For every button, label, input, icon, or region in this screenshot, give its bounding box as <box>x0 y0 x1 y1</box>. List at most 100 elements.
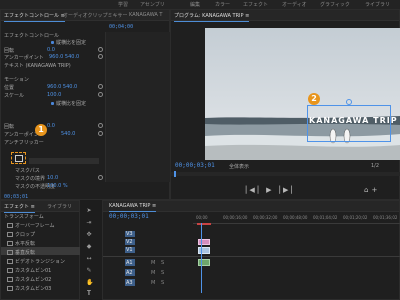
solo-button-a1[interactable]: S <box>161 260 164 266</box>
effects-item[interactable]: カスタムビン01 <box>7 267 51 274</box>
track-label-v2: V2 <box>126 239 133 245</box>
ruler-label: 00;01;36;02 <box>373 215 398 220</box>
track-label-a3: A3 <box>126 280 133 286</box>
video-clip[interactable] <box>198 247 210 254</box>
graphic-clip[interactable] <box>198 239 210 245</box>
workspace-audio[interactable]: オーディオ <box>282 1 307 8</box>
stopwatch-icon[interactable] <box>98 54 103 59</box>
stopwatch-icon[interactable] <box>98 92 103 97</box>
play-icon[interactable]: ▶ <box>266 186 274 194</box>
ruler-label: 00;00;48;00 <box>283 215 308 220</box>
fx-row-antiflicker: アンチフリッカー <box>4 140 44 146</box>
effects-item[interactable]: カスタムビン02 <box>7 276 51 283</box>
track-divider <box>103 256 400 257</box>
tab-effect-controls[interactable]: エフェクトコントロール ≡ <box>4 12 65 22</box>
folder-icon <box>7 268 13 273</box>
stopwatch-icon[interactable] <box>98 84 103 89</box>
ruler-label: 00;00 <box>196 215 208 220</box>
mute-button-a1[interactable]: M <box>151 260 155 266</box>
tab-program-monitor[interactable]: プログラム: KANAGAWA TRIP ≡ <box>174 12 250 22</box>
effects-item[interactable]: オーバーフレーム <box>7 222 55 229</box>
ruler-label: 00;00;32;00 <box>253 215 278 220</box>
tab-libraries[interactable]: ライブラリ <box>47 203 72 210</box>
type-tool-icon[interactable]: T <box>86 291 92 297</box>
timeline-panel: KANAGAWA TRIP ≡ 00;00;03;01 00;00 00;00;… <box>102 200 400 300</box>
quality-dropdown[interactable]: 1/2 <box>371 163 379 169</box>
effects-item[interactable]: トランスフォーム <box>4 213 44 220</box>
ripple-edit-tool-icon[interactable]: ✥ <box>86 232 92 238</box>
fx-row-text: テキスト (KANAGAWA TRIP) <box>4 63 71 69</box>
transport-controls: ▕◀▏▶▕▶▏ <box>241 186 361 194</box>
step-forward-icon[interactable]: ▕▶ <box>275 186 292 194</box>
fit-dropdown[interactable]: 全体表示 <box>229 163 249 170</box>
effects-item[interactable]: ビデオトランジション <box>7 258 65 265</box>
tab-audio-clip-mixer[interactable]: オーディオクリップミキサー <box>63 12 128 19</box>
program-monitor-panel: プログラム: KANAGAWA TRIP ≡ KANAGAWA TRIP 00;… <box>170 9 400 200</box>
rotation-value-2[interactable]: 0.0 <box>47 123 55 129</box>
mask-feather-value[interactable]: 10.0 <box>47 175 58 181</box>
mask-opacity-value[interactable]: 100.0 % <box>47 183 68 189</box>
playhead-marker[interactable] <box>174 171 176 177</box>
folder-icon <box>7 241 13 246</box>
aspect-lock-checkbox-2[interactable]: 縦横比を固定 <box>51 100 86 107</box>
slip-tool-icon[interactable]: ↔ <box>86 256 92 262</box>
workspace-assembly[interactable]: アセンブリ <box>140 1 165 8</box>
effects-item[interactable]: 水平反転 <box>7 240 35 247</box>
fx-row-scale: スケール <box>4 93 25 99</box>
workspace-color[interactable]: カラー <box>215 1 230 8</box>
hand-tool-icon[interactable]: ✋ <box>86 280 93 286</box>
workspace-edit[interactable]: 編集 <box>190 1 200 8</box>
solo-button-a2[interactable]: S <box>161 270 164 276</box>
stopwatch-icon[interactable] <box>98 175 103 180</box>
mute-button-a2[interactable]: M <box>151 270 155 276</box>
program-timecode[interactable]: 00;00;03;01 <box>175 162 215 169</box>
selection-tool-icon[interactable]: ➤ <box>86 208 92 214</box>
time-ruler[interactable]: 00;00 00;00;16;00 00;00;32;00 00;00;48;0… <box>193 215 400 224</box>
fx-row-rotation: 回転 <box>4 48 15 54</box>
position-value[interactable]: 960.0 540.0 <box>47 84 77 90</box>
tab-sequence-timeline[interactable]: KANAGAWA TRIP ≡ <box>109 203 157 212</box>
razor-tool-icon[interactable]: ◆ <box>86 244 92 250</box>
rectangle-icon <box>15 155 23 162</box>
keyframe-area[interactable] <box>105 32 172 182</box>
stopwatch-icon[interactable] <box>98 123 103 128</box>
fx-row-position: 位置 <box>4 85 15 91</box>
fx-row-header: エフェクトコントロール <box>4 33 60 39</box>
tools-panel: ➤ ⇥ ✥ ◆ ↔ ✎ ✋ T <box>80 200 103 300</box>
mark-out-icon[interactable]: ▏ <box>291 186 299 194</box>
workspace-learn[interactable]: 学習 <box>118 1 128 8</box>
export-frame-icon[interactable]: ⌂+ <box>364 186 380 194</box>
rotation-handle[interactable] <box>346 99 352 105</box>
timeline-timecode[interactable]: 00;00;03;01 <box>109 213 149 220</box>
pen-tool-icon[interactable]: ✎ <box>86 268 92 274</box>
solo-button-a3[interactable]: S <box>161 280 164 286</box>
anchor-value[interactable]: 960.0 540.0 <box>49 54 79 60</box>
work-area-bar[interactable] <box>197 223 211 225</box>
effects-panel: エフェクト ≡ ライブラリ トランスフォーム オーバーフレーム クロップ 水平反… <box>0 200 81 300</box>
aspect-lock-checkbox[interactable]: 縦横比を固定 <box>51 39 86 46</box>
timeline-playhead[interactable] <box>201 223 202 293</box>
mask-rectangle-tool[interactable] <box>11 152 26 164</box>
step-back-icon[interactable]: ◀▏ <box>249 186 266 194</box>
scale-value[interactable]: 100.0 <box>47 92 61 98</box>
workspace-graphics[interactable]: グラフィック <box>320 1 350 8</box>
workspace-libraries[interactable]: ライブラリ <box>365 1 390 8</box>
stopwatch-icon[interactable] <box>98 131 103 136</box>
mask-selection-bar[interactable] <box>29 158 99 164</box>
audio-clip[interactable] <box>198 259 210 266</box>
program-scrubber[interactable] <box>171 172 400 176</box>
effects-item[interactable]: カスタムビン03 <box>7 285 51 292</box>
tab-effects[interactable]: エフェクト ≡ <box>4 203 35 213</box>
anchor-value-2[interactable]: 540.0 <box>61 131 75 137</box>
workspace-effects[interactable]: エフェクト <box>243 1 268 8</box>
effects-item[interactable]: クロップ <box>7 231 35 238</box>
ruler-label: 00;01;20;02 <box>343 215 368 220</box>
rotation-value[interactable]: 0.0 <box>47 47 55 53</box>
tab-sequence[interactable]: KANAGAWA T <box>129 12 162 18</box>
folder-icon <box>7 223 13 228</box>
track-select-tool-icon[interactable]: ⇥ <box>86 220 92 226</box>
effects-item-selected[interactable]: 垂直反転 <box>7 249 35 256</box>
stopwatch-icon[interactable] <box>98 47 103 52</box>
overlay-title-text[interactable]: KANAGAWA TRIP <box>309 116 398 125</box>
mute-button-a3[interactable]: M <box>151 280 155 286</box>
